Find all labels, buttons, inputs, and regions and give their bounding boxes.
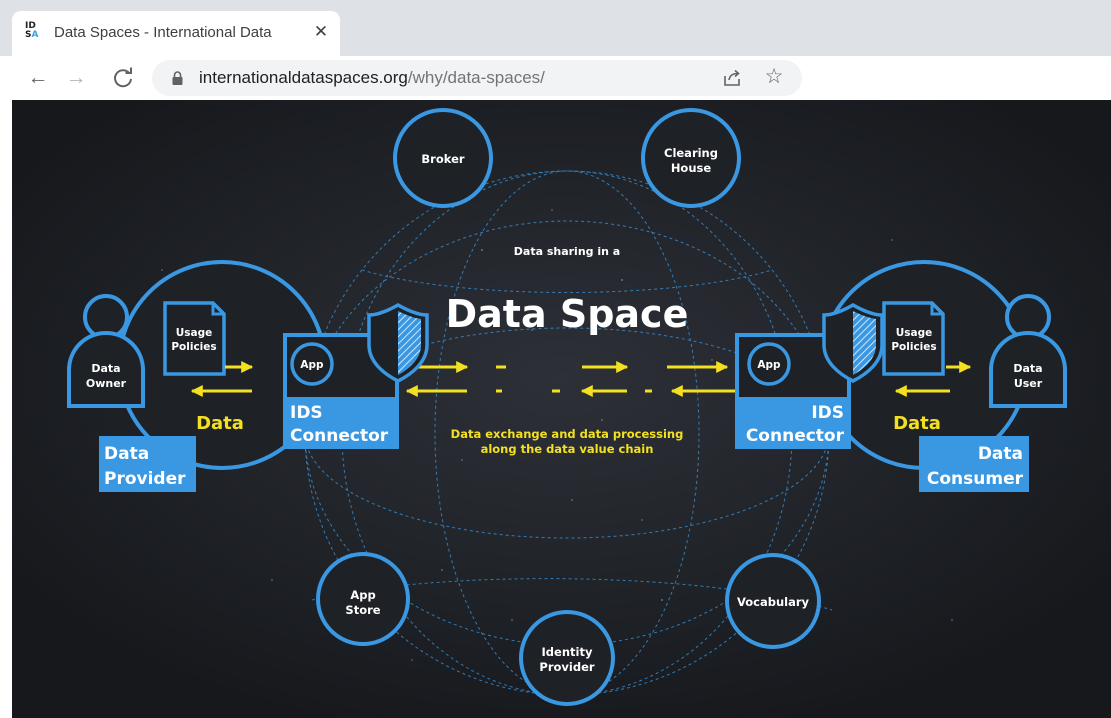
lock-icon	[172, 71, 183, 85]
provider-connector-label-1: IDS	[290, 403, 323, 423]
app-store-label-1: App	[350, 588, 375, 602]
favicon-a: A	[31, 30, 39, 40]
center-title: Data Space	[446, 292, 689, 336]
provider-connector-label-2: Connector	[290, 426, 389, 446]
vocabulary-node: Vocabulary	[725, 553, 821, 649]
data-provider-label-1: Data	[104, 444, 149, 464]
share-icon[interactable]	[720, 66, 744, 90]
browser-toolbar: ← → internationaldataspaces.org/why/data…	[0, 56, 1111, 100]
site-favicon-icon: ID SA	[25, 22, 43, 44]
clearing-house-node: Clearing House	[641, 108, 741, 208]
data-owner-label-2: Owner	[86, 377, 127, 390]
center-caption-2: along the data value chain	[481, 442, 654, 456]
provider-data-label: Data	[196, 413, 244, 434]
bookmark-star-icon[interactable]: ☆	[760, 63, 788, 91]
app-store-node: App Store	[316, 552, 410, 646]
reload-icon[interactable]	[107, 62, 139, 94]
tab-strip: ID SA Data Spaces - International Data ✕	[0, 0, 1111, 56]
browser-tab[interactable]: ID SA Data Spaces - International Data ✕	[12, 11, 340, 56]
back-arrow-icon[interactable]: ←	[22, 62, 54, 94]
tab-title: Data Spaces - International Data	[54, 24, 272, 41]
url-host: internationaldataspaces.org	[199, 68, 408, 87]
url-text[interactable]: internationaldataspaces.org/why/data-spa…	[199, 68, 545, 88]
data-provider-label-2: Provider	[104, 469, 186, 489]
page-content: Broker Clearing House App Store Identity…	[0, 100, 1111, 718]
forward-arrow-icon[interactable]: →	[60, 62, 92, 94]
consumer-data-label: Data	[893, 413, 941, 434]
clearing-house-label-1: Clearing	[664, 146, 718, 160]
data-owner-label-1: Data	[91, 362, 120, 375]
consumer-connector-label-1: IDS	[811, 403, 844, 423]
tab-close-icon[interactable]: ✕	[310, 21, 332, 43]
clearing-house-label-2: House	[671, 161, 712, 175]
consumer-app-label: App	[757, 359, 781, 371]
usage-policies-label-2: Policies	[171, 341, 216, 353]
data-consumer-label-2: Consumer	[927, 469, 1024, 489]
usage-policies-label-1: Usage	[176, 327, 213, 339]
diagram-canvas: Broker Clearing House App Store Identity…	[12, 100, 1111, 718]
identity-provider-label-1: Identity	[542, 645, 593, 659]
data-space-diagram: Broker Clearing House App Store Identity…	[12, 100, 1111, 718]
address-bar[interactable]: internationaldataspaces.org/why/data-spa…	[152, 60, 802, 96]
broker-label: Broker	[421, 152, 464, 166]
vocabulary-label: Vocabulary	[737, 595, 810, 609]
center-subtitle: Data sharing in a	[514, 245, 620, 258]
data-user-label-2: User	[1014, 377, 1043, 390]
data-consumer-label-1: Data	[978, 444, 1023, 464]
provider-app-label: App	[300, 359, 324, 371]
consumer-usage-policies-label-2: Policies	[891, 341, 936, 353]
identity-provider-node: Identity Provider	[519, 610, 615, 706]
broker-node: Broker	[393, 108, 493, 208]
center-caption-1: Data exchange and data processing	[451, 427, 684, 441]
data-user-label-1: Data	[1013, 362, 1042, 375]
consumer-usage-policies-label-1: Usage	[896, 327, 933, 339]
url-path: /why/data-spaces/	[407, 68, 545, 87]
consumer-connector-label-2: Connector	[746, 426, 845, 446]
identity-provider-label-2: Provider	[539, 660, 594, 674]
app-store-label-2: Store	[345, 603, 380, 617]
